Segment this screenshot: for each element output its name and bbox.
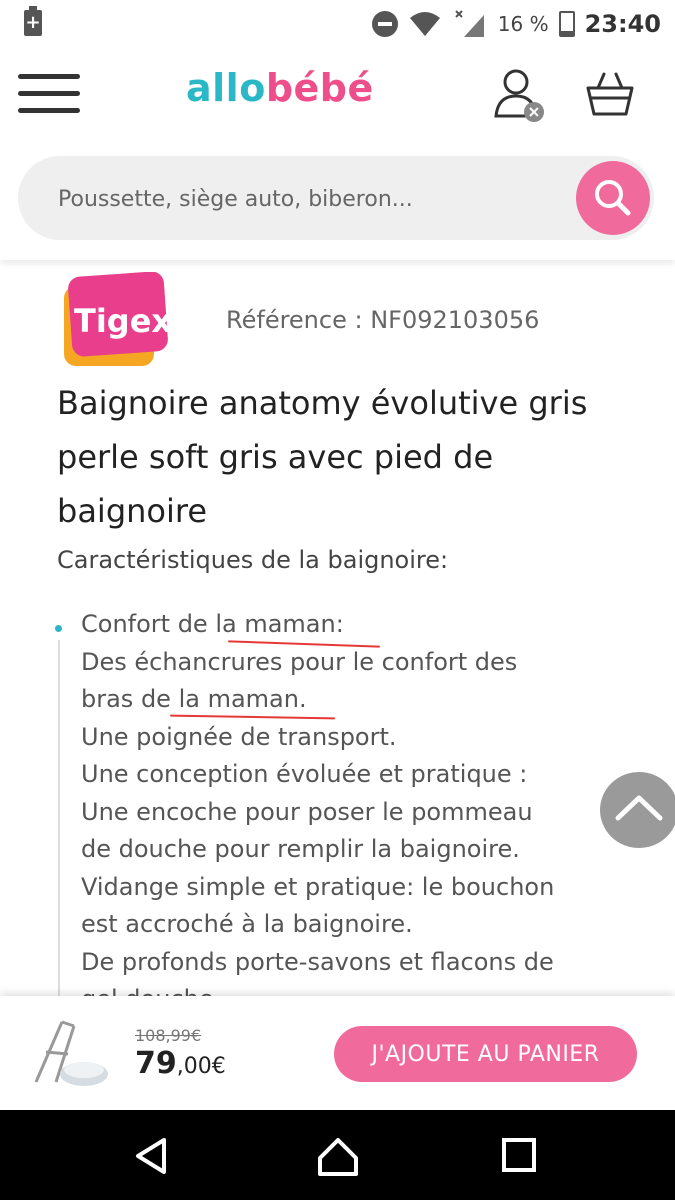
- home-icon: [318, 1138, 358, 1176]
- svg-text:Tigex: Tigex: [74, 302, 168, 340]
- description-line: Des échancrures pour le confort des: [81, 647, 518, 676]
- bullet-dot: [55, 625, 62, 632]
- menu-icon[interactable]: [18, 74, 80, 118]
- home-button[interactable]: [314, 1132, 362, 1180]
- system-navigation-bar: [0, 1110, 675, 1200]
- description-line: Une conception évoluée et pratique :: [81, 760, 528, 788]
- description-line: bras de la maman.: [81, 685, 307, 713]
- back-button[interactable]: [128, 1132, 176, 1180]
- price-cents: ,00€: [176, 1054, 226, 1079]
- status-icons: 16 % 23:40: [371, 6, 661, 42]
- status-bar: + 16 % 23:40: [0, 0, 675, 48]
- product-subtitle: Caractéristiques de la baignoire:: [57, 546, 449, 574]
- search-bar: [18, 156, 654, 240]
- back-icon: [136, 1138, 166, 1174]
- description-line: de douche pour remplir la baignoire.: [81, 835, 520, 863]
- description-line: Confort de la maman:: [81, 610, 344, 638]
- clock: 23:40: [584, 10, 661, 38]
- battery-percent: 16 %: [497, 12, 549, 36]
- product-thumbnail[interactable]: [26, 1012, 110, 1092]
- search-area: [0, 142, 675, 260]
- chevron-up-icon: [615, 795, 663, 821]
- sticky-purchase-bar: 108,99€ 79,00€ J'AJOUTE AU PANIER: [0, 996, 675, 1110]
- recents-button[interactable]: [496, 1132, 544, 1180]
- user-icon: [494, 69, 544, 122]
- signal-icon: [455, 10, 484, 37]
- search-icon: [595, 180, 631, 216]
- site-header: allobébé: [0, 48, 675, 142]
- bullet-line: [58, 640, 60, 1000]
- price-main: 79: [135, 1046, 177, 1081]
- battery-icon: [558, 11, 575, 37]
- logo-text-allo: allo: [186, 66, 266, 110]
- cart-button[interactable]: [584, 70, 636, 118]
- cart-icon: [586, 72, 634, 116]
- old-price: 108,99€: [135, 1026, 202, 1045]
- recents-icon: [502, 1138, 536, 1172]
- description-line: Une poignée de transport.: [81, 722, 397, 751]
- site-logo[interactable]: allobébé: [186, 66, 374, 110]
- brand-logo[interactable]: Tigex: [56, 271, 172, 368]
- search-button[interactable]: [576, 161, 650, 235]
- add-to-cart-button[interactable]: J'AJOUTE AU PANIER: [334, 1026, 637, 1082]
- battery-saver-icon: +: [24, 6, 42, 36]
- description-line: Une encoche pour poser le pommeau: [81, 797, 533, 826]
- product-reference: Référence : NF092103056: [226, 306, 540, 334]
- logo-text-bebe: bébé: [265, 66, 374, 110]
- account-button[interactable]: [492, 66, 544, 124]
- tigex-logo-icon: Tigex: [64, 271, 172, 366]
- scroll-to-top-button[interactable]: [600, 772, 675, 848]
- do-not-disturb-icon: [371, 11, 398, 37]
- search-input[interactable]: [56, 178, 560, 220]
- wifi-icon: [409, 12, 440, 36]
- current-price: 79,00€: [135, 1046, 226, 1081]
- description-line: De profonds porte-savons et flacons de: [81, 947, 554, 976]
- description-line: est accroché à la baignoire.: [81, 910, 413, 938]
- product-description: Confort de la maman: Des échancrures pou…: [81, 606, 641, 1019]
- bathtub-stand-image: [34, 1020, 108, 1086]
- product-title: Baignoire anatomy évolutive gris perle s…: [57, 384, 588, 530]
- description-line: Vidange simple et pratique: le bouchon: [81, 872, 555, 901]
